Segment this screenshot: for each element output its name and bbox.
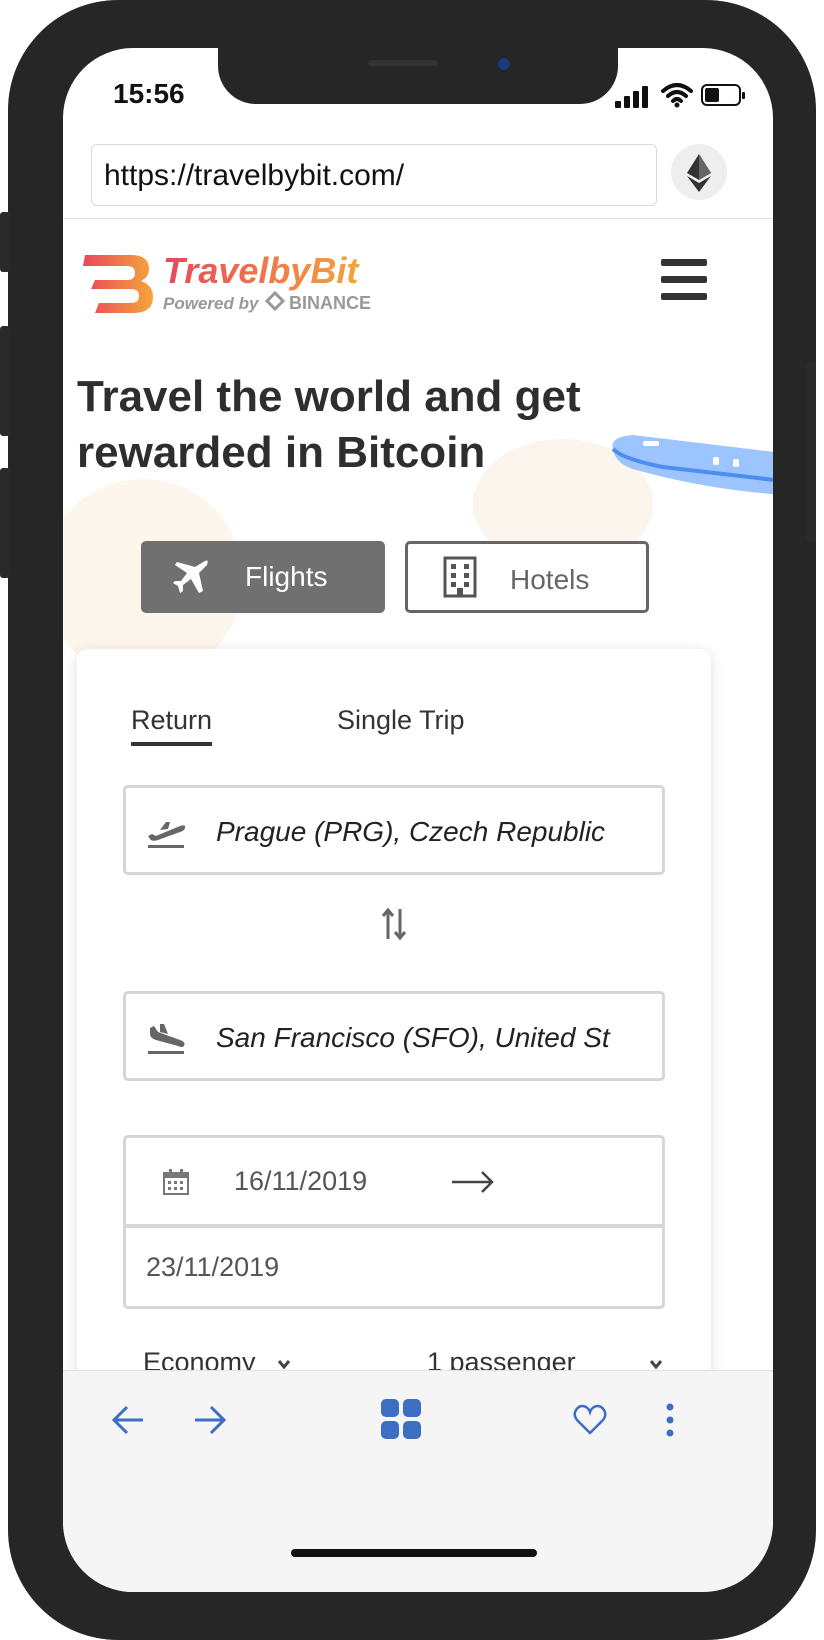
trip-type-return[interactable]: Return	[131, 705, 213, 746]
web-content: TravelbyBit Powered by BINANCE Travel th…	[63, 219, 773, 1489]
date-range-field[interactable]: 16/11/2019 23/11/2019	[123, 1135, 665, 1309]
tab-flights[interactable]: Flights	[141, 541, 385, 613]
ethereum-icon	[687, 154, 711, 192]
screen: 15:56 https://travelbybit.com/ TravelbyB…	[63, 48, 773, 1592]
battery-icon	[701, 84, 745, 106]
headline-line-2: rewarded in Bitcoin	[77, 428, 486, 477]
flight-search-card: Return Single Trip Prague (PRG), Czech R…	[77, 649, 711, 1489]
wifi-icon	[661, 83, 693, 108]
landing-icon	[148, 1024, 185, 1054]
airplane-icon	[173, 560, 208, 593]
hamburger-menu-button[interactable]	[661, 259, 707, 301]
travelbybit-logo[interactable]: TravelbyBit Powered by BINANCE	[83, 245, 403, 319]
front-camera	[498, 58, 510, 70]
logo-name: TravelbyBit	[163, 250, 360, 291]
arrow-right-icon	[452, 1171, 494, 1193]
headline-line-1: Travel the world and get	[77, 372, 581, 421]
building-icon	[443, 556, 477, 598]
heart-icon[interactable]	[573, 1403, 607, 1437]
more-options-icon[interactable]	[663, 1403, 677, 1437]
phone-frame: 15:56 https://travelbybit.com/ TravelbyB…	[0, 0, 816, 1640]
swap-icon[interactable]	[381, 907, 407, 941]
logo-tagline: Powered by	[163, 294, 260, 313]
page-headline: Travel the world and get rewarded in Bit…	[77, 369, 637, 481]
takeoff-icon	[148, 822, 186, 848]
return-date[interactable]: 23/11/2019	[146, 1252, 279, 1283]
tabs-grid-icon[interactable]	[379, 1397, 423, 1441]
origin-field[interactable]: Prague (PRG), Czech Republic	[123, 785, 665, 875]
origin-value: Prague (PRG), Czech Republic	[216, 816, 606, 847]
volume-down-button	[0, 468, 10, 578]
trip-type-single[interactable]: Single Trip	[337, 705, 465, 736]
calendar-icon	[163, 1169, 189, 1195]
ethereum-wallet-button[interactable]	[671, 144, 727, 200]
url-text: https://travelbybit.com/	[104, 159, 405, 192]
chevron-down-icon	[649, 1360, 663, 1370]
cellular-signal-icon	[615, 86, 648, 108]
destination-field[interactable]: San Francisco (SFO), United St	[123, 991, 665, 1081]
destination-value: San Francisco (SFO), United St	[216, 1022, 610, 1053]
logo-partner: BINANCE	[289, 293, 371, 313]
notch	[218, 48, 618, 104]
chevron-down-icon	[277, 1360, 291, 1370]
browser-toolbar	[63, 1370, 773, 1592]
tab-hotels-label: Hotels	[510, 564, 590, 595]
back-arrow-icon[interactable]	[111, 1403, 145, 1437]
address-bar[interactable]: https://travelbybit.com/	[91, 144, 657, 206]
mute-switch	[0, 212, 10, 272]
date-divider	[126, 1224, 662, 1228]
tab-flights-label: Flights	[245, 561, 328, 592]
speaker	[368, 60, 438, 66]
status-time: 15:56	[113, 78, 185, 109]
tab-hotels[interactable]: Hotels	[405, 541, 649, 613]
home-indicator	[291, 1549, 537, 1557]
power-button	[806, 362, 816, 542]
forward-arrow-icon[interactable]	[193, 1403, 227, 1437]
depart-date[interactable]: 16/11/2019	[234, 1166, 367, 1197]
volume-up-button	[0, 326, 10, 436]
